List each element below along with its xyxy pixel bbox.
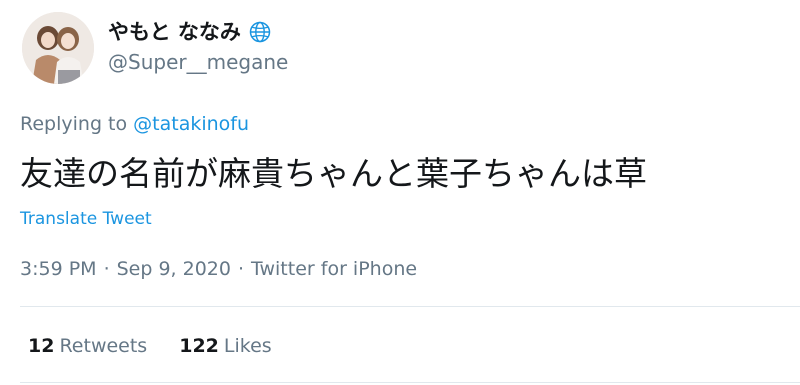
reply-handle-link[interactable]: @tatakinofu — [133, 113, 249, 135]
tweet-stats: 12 Retweets 122 Likes — [28, 331, 304, 361]
meta-separator: · — [237, 258, 245, 280]
tweet-meta: 3:59 PM · Sep 9, 2020 · Twitter for iPhone — [20, 254, 417, 284]
tweet-text: 友達の名前が麻貴ちゃんと葉子ちゃんは草 — [20, 154, 647, 193]
user-handle[interactable]: @Super__megane — [108, 48, 288, 76]
tweet-card: やもと ななみ @Super__megane Replying to @tata… — [0, 0, 800, 385]
divider-bottom — [20, 382, 800, 383]
meta-separator: · — [103, 258, 110, 280]
retweets-stat[interactable]: 12 Retweets — [28, 331, 147, 361]
likes-label: Likes — [223, 335, 272, 357]
retweets-count: 12 — [28, 335, 55, 357]
replying-to: Replying to @tatakinofu — [20, 110, 249, 138]
display-name[interactable]: やもと ななみ — [108, 18, 241, 46]
retweets-label: Retweets — [59, 335, 148, 357]
display-name-row: やもと ななみ — [108, 18, 271, 46]
globe-icon — [249, 21, 271, 43]
tweet-time[interactable]: 3:59 PM — [20, 258, 97, 280]
tweet-date[interactable]: Sep 9, 2020 — [117, 258, 231, 280]
replying-to-label: Replying to — [20, 113, 128, 135]
translate-tweet-link[interactable]: Translate Tweet — [20, 206, 152, 232]
avatar[interactable] — [22, 12, 94, 84]
tweet-source[interactable]: Twitter for iPhone — [251, 258, 417, 280]
likes-stat[interactable]: 122 Likes — [179, 331, 271, 361]
profile-photo — [22, 12, 94, 84]
likes-count: 122 — [179, 335, 219, 357]
divider-top — [20, 306, 800, 307]
